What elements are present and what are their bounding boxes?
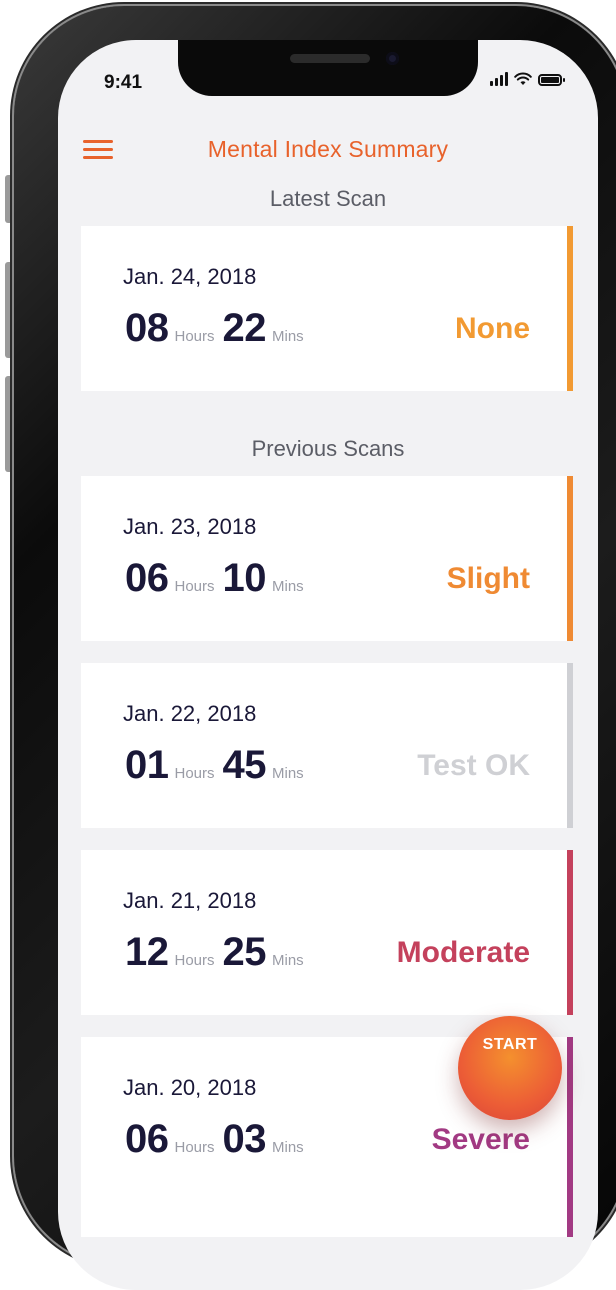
status-accent-bar xyxy=(567,850,573,1015)
scan-date: Jan. 24, 2018 xyxy=(123,264,257,289)
speaker-grille xyxy=(290,54,370,63)
previous-scan-card[interactable]: Jan. 22, 2018 01 Hours 45 Mins Test OK xyxy=(81,663,573,828)
mins-unit: Mins xyxy=(272,328,304,345)
mins-value: 03 xyxy=(222,1117,267,1161)
scan-duration: 08 Hours 22 Mins xyxy=(125,306,312,351)
scan-date: Jan. 21, 2018 xyxy=(123,888,257,913)
status-accent-bar xyxy=(567,226,573,391)
hours-value: 08 xyxy=(125,306,169,350)
hours-unit: Hours xyxy=(174,1139,215,1156)
hours-value: 06 xyxy=(125,556,169,600)
scan-status: Test OK xyxy=(417,749,530,782)
scan-duration: 12 Hours 25 Mins xyxy=(125,930,312,975)
scan-duration: 06 Hours 03 Mins xyxy=(125,1117,312,1162)
scan-status: None xyxy=(455,312,530,345)
status-icons xyxy=(490,72,565,86)
previous-scan-card[interactable]: Jan. 21, 2018 12 Hours 25 Mins Moderate xyxy=(81,850,573,1015)
silent-switch xyxy=(5,175,13,223)
signal-icon xyxy=(490,72,508,86)
front-camera xyxy=(386,52,399,65)
scan-date: Jan. 20, 2018 xyxy=(123,1075,257,1100)
scan-date: Jan. 23, 2018 xyxy=(123,514,257,539)
hours-unit: Hours xyxy=(174,765,215,782)
hours-unit: Hours xyxy=(174,328,215,345)
mins-value: 45 xyxy=(222,743,267,787)
hours-value: 06 xyxy=(125,1117,169,1161)
latest-scan-heading: Latest Scan xyxy=(269,186,387,211)
screen: 9:41 Mental Index Summary Latest Scan Ja… xyxy=(58,40,598,1290)
previous-scans-heading: Previous Scans xyxy=(251,436,405,461)
mins-value: 22 xyxy=(222,306,267,350)
volume-up-button xyxy=(5,262,13,358)
phone-frame: 9:41 Mental Index Summary Latest Scan Ja… xyxy=(14,6,616,1290)
header: Mental Index Summary xyxy=(58,132,598,172)
scan-status: Moderate xyxy=(396,936,530,969)
battery-icon xyxy=(538,74,565,86)
scan-duration: 01 Hours 45 Mins xyxy=(125,743,312,788)
mins-unit: Mins xyxy=(272,952,304,969)
hours-unit: Hours xyxy=(174,578,215,595)
wifi-icon xyxy=(514,72,532,85)
hours-unit: Hours xyxy=(174,952,215,969)
hours-value: 12 xyxy=(125,930,169,974)
previous-scan-card[interactable]: Jan. 23, 2018 06 Hours 10 Mins Slight xyxy=(81,476,573,641)
status-accent-bar xyxy=(567,1037,573,1237)
start-button[interactable]: START xyxy=(458,1016,562,1120)
mins-value: 10 xyxy=(222,556,267,600)
page-title: Mental Index Summary xyxy=(207,136,449,162)
scan-status: Slight xyxy=(446,562,530,595)
notch xyxy=(178,40,478,96)
scan-duration: 06 Hours 10 Mins xyxy=(125,556,312,601)
status-accent-bar xyxy=(567,663,573,828)
mins-unit: Mins xyxy=(272,1139,304,1156)
scan-date: Jan. 22, 2018 xyxy=(123,701,257,726)
mins-value: 25 xyxy=(222,930,267,974)
scan-status: Severe xyxy=(431,1123,530,1156)
hours-value: 01 xyxy=(125,743,169,787)
mins-unit: Mins xyxy=(272,578,304,595)
volume-down-button xyxy=(5,376,13,472)
status-time: 9:41 xyxy=(104,72,143,93)
latest-scan-card[interactable]: Jan. 24, 2018 08 Hours 22 Mins None xyxy=(81,226,573,391)
status-accent-bar xyxy=(567,476,573,641)
mins-unit: Mins xyxy=(272,765,304,782)
